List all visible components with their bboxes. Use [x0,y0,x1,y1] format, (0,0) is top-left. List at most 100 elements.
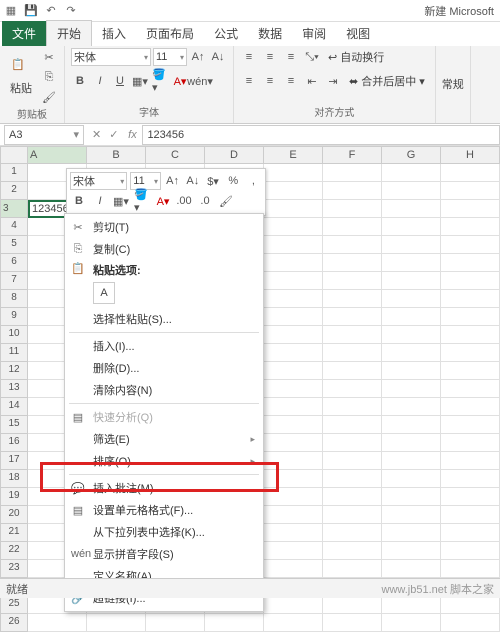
italic-button[interactable]: I [91,72,109,90]
cell[interactable] [382,614,441,632]
cell[interactable] [264,416,323,434]
mini-italic-button[interactable]: I [91,192,109,210]
cell[interactable] [264,254,323,272]
cell[interactable] [323,506,382,524]
cell[interactable] [382,470,441,488]
fill-color-icon[interactable]: 🪣▾ [151,72,169,90]
cell[interactable] [323,560,382,578]
tab-home[interactable]: 开始 [46,20,92,46]
redo-icon[interactable]: ↷ [64,4,78,18]
cell[interactable] [382,308,441,326]
cell[interactable] [382,506,441,524]
cell[interactable] [382,524,441,542]
cell[interactable] [441,488,500,506]
menu-insert[interactable]: 插入(I)... [65,335,263,357]
cell[interactable] [264,308,323,326]
row-header[interactable]: 15 [0,416,28,434]
cell[interactable] [323,236,382,254]
row-header[interactable]: 14 [0,398,28,416]
row-header[interactable]: 11 [0,344,28,362]
cell[interactable] [264,290,323,308]
tab-insert[interactable]: 插入 [92,21,136,46]
col-header[interactable]: G [382,146,441,164]
cell[interactable] [382,218,441,236]
mini-fill-icon[interactable]: 🪣▾ [133,192,151,210]
align-center-icon[interactable]: ≡ [261,72,279,90]
cell[interactable] [264,542,323,560]
col-header[interactable]: D [205,146,264,164]
mini-bold-button[interactable]: B [70,192,88,210]
mini-fontcolor-icon[interactable]: A▾ [154,192,172,210]
cell[interactable] [441,164,500,182]
col-header[interactable]: A [28,146,87,164]
wrap-text-button[interactable]: ↩自动换行 [324,48,388,66]
cell[interactable] [323,596,382,614]
number-format[interactable]: 常规 [442,76,464,92]
cell[interactable] [323,182,382,200]
cell[interactable] [323,308,382,326]
cell[interactable] [441,416,500,434]
enter-icon[interactable]: ✓ [105,128,122,141]
cell[interactable] [264,434,323,452]
mini-inc-icon[interactable]: .0 [196,192,214,210]
cell[interactable] [382,326,441,344]
row-header[interactable]: 13 [0,380,28,398]
cell[interactable] [146,614,205,632]
cell[interactable] [382,398,441,416]
cell[interactable] [382,452,441,470]
indent-inc-icon[interactable]: ⇥ [324,72,342,90]
row-header[interactable]: 7 [0,272,28,290]
copy-icon[interactable]: ⎘ [40,68,58,86]
cell[interactable] [382,200,441,218]
merge-button[interactable]: ⬌合并后居中▾ [345,72,429,90]
cell[interactable] [323,218,382,236]
cell[interactable] [323,272,382,290]
cell[interactable] [323,326,382,344]
cell[interactable] [205,614,264,632]
row-header[interactable]: 18 [0,470,28,488]
cell[interactable] [323,524,382,542]
cell[interactable] [264,236,323,254]
menu-delete[interactable]: 删除(D)... [65,357,263,379]
cell[interactable] [441,452,500,470]
row-header[interactable]: 20 [0,506,28,524]
cancel-icon[interactable]: ✕ [88,128,105,141]
cell[interactable] [441,524,500,542]
cell[interactable] [441,380,500,398]
cell[interactable] [264,326,323,344]
align-left-icon[interactable]: ≡ [240,72,258,90]
tab-data[interactable]: 数据 [248,21,292,46]
cell[interactable] [264,398,323,416]
format-painter-icon[interactable]: 🖌 [40,88,58,106]
col-header[interactable]: F [323,146,382,164]
cell[interactable] [323,470,382,488]
row-header[interactable]: 10 [0,326,28,344]
cell[interactable] [441,308,500,326]
cell[interactable] [382,236,441,254]
cell[interactable] [323,416,382,434]
cell[interactable] [264,560,323,578]
row-header[interactable]: 25 [0,596,28,614]
row-header[interactable]: 12 [0,362,28,380]
mini-border-icon[interactable]: ▦▾ [112,192,130,210]
undo-icon[interactable]: ↶ [44,4,58,18]
cell[interactable] [441,596,500,614]
cell[interactable] [87,614,146,632]
cell[interactable] [382,362,441,380]
cell[interactable] [323,200,382,218]
cell[interactable] [441,470,500,488]
tab-review[interactable]: 审阅 [292,21,336,46]
menu-insert-comment[interactable]: 💬插入批注(M) [65,477,263,499]
cell[interactable] [264,182,323,200]
cell[interactable] [382,416,441,434]
mini-shrink-icon[interactable]: A↓ [184,172,201,190]
align-right-icon[interactable]: ≡ [282,72,300,90]
cell[interactable] [264,524,323,542]
cell[interactable] [323,254,382,272]
cell[interactable] [323,614,382,632]
align-top-icon[interactable]: ≡ [240,48,258,66]
mini-grow-icon[interactable]: A↑ [164,172,181,190]
cell[interactable] [264,362,323,380]
cell[interactable] [28,614,87,632]
cell[interactable] [441,290,500,308]
